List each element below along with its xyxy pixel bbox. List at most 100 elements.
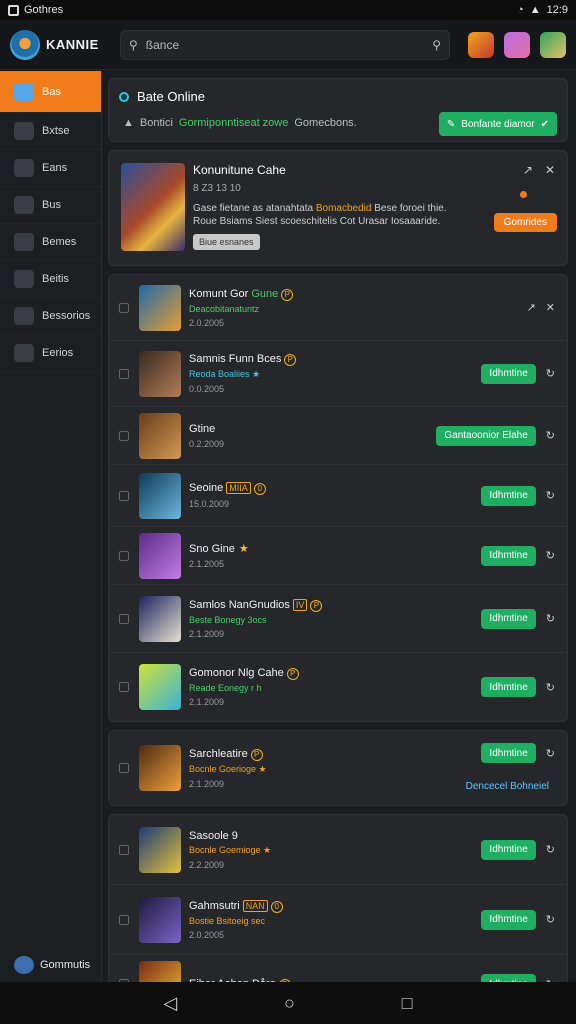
row-checkbox[interactable] [119,550,129,561]
sidebar-item-4[interactable]: Bemes [0,224,101,261]
game-row[interactable]: Sasoole 9 Bocnle Goemioge ★ 2.2.2009 Idhmti… [109,815,567,885]
panel-icon [14,270,34,288]
expand-icon[interactable]: ↗ [523,163,533,177]
coin-badge-icon: P [286,668,299,680]
game-row[interactable]: Sarchleatire P Bocnle Goerioge ★ 2.1.2009 Id… [109,731,567,805]
featured-meta: 8 Z3 13 10 [193,183,241,194]
level-badge: IV [292,598,308,611]
row-action-button[interactable]: Idhmtine [481,839,536,860]
row-checkbox[interactable] [119,302,129,313]
sidebar-item-1[interactable]: Bxtse [0,113,101,150]
sidebar-item-2[interactable]: Eans [0,150,101,187]
home-icon[interactable]: ○ [284,993,295,1014]
top-icons [468,31,566,58]
featured-button[interactable]: Gomrides [493,213,557,232]
pin-icon[interactable]: ✕ [545,163,555,177]
online-sub-a: Bontici [139,117,173,129]
row-checkbox[interactable] [119,368,129,379]
share-icon[interactable]: ↻ [546,681,555,694]
row-checkbox[interactable] [119,914,129,925]
search-input[interactable] [145,37,425,52]
row-action-button[interactable]: Gantaoonior Elahe [436,425,536,446]
share-icon[interactable]: ↻ [546,429,555,442]
avatar-icon [14,159,34,177]
sidebar-item-5[interactable]: Beitis [0,261,101,298]
row-checkbox[interactable] [119,490,129,501]
sidebar-item-label: Eans [42,162,68,174]
share-icon[interactable]: ↻ [546,549,555,562]
row-checkbox[interactable] [119,844,129,855]
row-checkbox[interactable] [119,763,129,773]
game-row[interactable]: Sno Gine ★ 2.1.2005 Idhmtine ↻ [109,527,567,585]
game-date: 2.1.2005 [189,559,225,569]
game-row[interactable]: Gomonor Nlg Cahe P Reade Eonegy r h 2.1.200… [109,653,567,721]
wifi-icon: ◔ [517,4,524,16]
online-title: Bate Online [137,89,205,104]
online-sub-highlight: Gormiponntiseat zowe [178,117,289,129]
row-checkbox[interactable] [119,682,129,692]
game-date: 0.2.2009 [189,438,225,449]
online-card: Bate Online ▲ Bontici Gormiponntiseat zo… [108,78,568,142]
back-icon[interactable]: ◁ [163,993,177,1014]
share-icon[interactable]: ↻ [546,843,555,856]
featured-tag[interactable]: Biue esnanes [193,234,260,250]
row-checkbox[interactable] [119,613,129,624]
row-action-button[interactable]: Idhmtine [481,608,536,629]
row-action-button[interactable]: Idhmtine [481,677,536,697]
game-row[interactable]: Samnis Funn Bces P Reoda Boaliies ★ 0.0.200… [109,341,567,407]
logo[interactable]: KANNIE [10,29,110,60]
search-submit-icon[interactable]: ⚲ [432,38,441,52]
game-row[interactable]: Samlos NanGnudios IV P Beste Bonegy 3ocs 2.1… [109,585,567,653]
online-sub-icon: ▲ [123,117,134,129]
row-action-button[interactable]: Idhmtine [481,909,536,930]
share-icon[interactable]: ↻ [546,913,555,926]
character-icon[interactable] [504,31,530,58]
sidebar-item-label: Eerios [42,347,74,359]
recents-icon[interactable]: □ [402,993,413,1014]
game-title: Sno Gine [189,543,235,555]
row-checkbox[interactable] [119,430,129,441]
sidebar-item-3[interactable]: Bus [0,187,101,224]
game-thumbnail [139,472,181,519]
game-title-line: Sarchleatire P [189,748,267,761]
game-date: 2.0.2005 [189,317,225,328]
share-icon[interactable]: ↻ [546,612,555,625]
row-action-button[interactable]: Idhmtine [481,743,536,763]
sidebar-bottom[interactable]: Gommutis [0,956,102,974]
status-right: ◔ ▲ 12:9 [517,4,568,16]
game-subtitle: Bocnle Goemioge ★ [189,844,272,855]
sidebar-item-0[interactable]: Bas [0,71,101,113]
profile-avatar[interactable] [540,31,566,58]
share-icon[interactable]: ↻ [546,367,555,380]
online-sub-b: Gomecbons. [294,117,357,129]
game-row[interactable]: Seoine MIIA 0 15.0.2009 Idhmtine ↻ [109,465,567,527]
notification-dot [520,191,527,198]
row-link-note[interactable]: Dencecel Bohneiel [466,781,549,792]
game-thumbnail [139,745,181,791]
phone-icon [14,122,34,140]
online-action-button[interactable]: ✎ Bonfante diamor ✔ [438,112,557,136]
game-row[interactable]: Gahmsutri NAN 0 Bostie Bsitoeig sec 2.0.2005… [109,885,567,955]
game-thumbnail [139,826,181,873]
row-actions: Gantaoonior Elahe ↻ [436,425,555,446]
sidebar-item-label: Beitis [42,273,69,285]
row-action-button[interactable]: Idhmtine [481,363,536,384]
featured-card[interactable]: Konunitune Cahe 8 Z3 13 10 Gase fietane … [108,150,568,266]
game-row[interactable]: Gtine 0.2.2009 Gantaoonior Elahe ↻ [109,407,567,465]
share-icon[interactable]: ↻ [546,489,555,502]
game-title-highlight: Gune [251,287,279,300]
search-bar[interactable]: ⚲ ⚲ [120,29,450,60]
share-icon[interactable]: ↻ [546,747,555,760]
row-action-button[interactable]: Idhmtine [481,485,536,506]
game-thumbnail [139,664,181,710]
game-row[interactable]: Komunt Gor Gune P Deacobitanatuntz 2.0.2005… [109,275,567,341]
game-title: Komunt Gor [189,287,249,300]
trophy-icon[interactable] [468,31,494,58]
pin-icon[interactable]: ✕ [546,301,555,314]
expand-icon[interactable]: ↗ [527,301,536,314]
sidebar-item-6[interactable]: Bessorios [0,298,101,335]
check-icon: ✔ [540,118,549,130]
sidebar-item-7[interactable]: Eerios [0,335,101,372]
row-action-button[interactable]: Idhmtine [481,545,536,566]
search-icon: ⚲ [129,37,138,52]
